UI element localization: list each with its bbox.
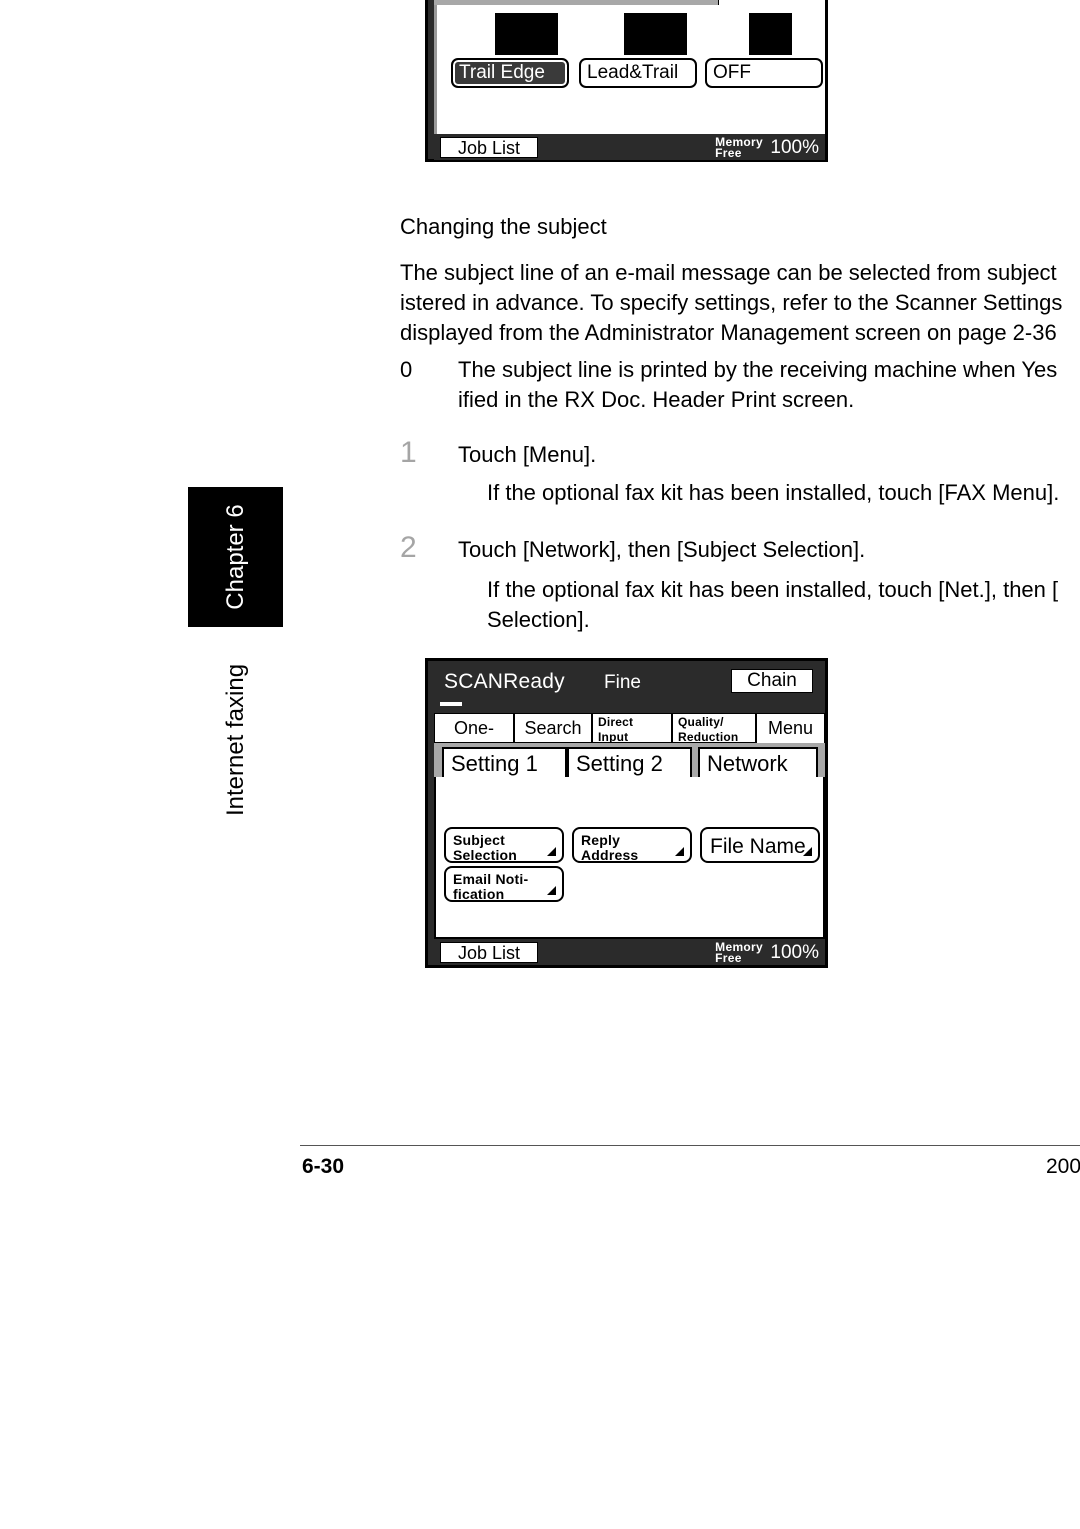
button-subject-selection[interactable]: Subject Selection — [444, 827, 564, 863]
lcd-top-content-panel: Trail Edge Lead&Trail OFF — [434, 5, 825, 134]
tab-setting-1[interactable]: Setting 1 — [442, 747, 567, 779]
lcd-screenshot-top: Trail Edge Lead&Trail OFF Job List Memor… — [425, 0, 828, 162]
note-marker: 0 — [400, 357, 413, 382]
note-line-1: The subject line is printed by the recei… — [458, 357, 1058, 382]
chapter-subject-label-container: Internet faxing — [188, 640, 283, 840]
memory-free-label-bottom: Memory Free — [715, 941, 763, 965]
tab-one-touch[interactable]: One-Touch — [434, 713, 514, 743]
button-email-notification-line2: fication — [453, 886, 505, 902]
chapter-subject-label: Internet faxing — [221, 663, 249, 817]
tab-network[interactable]: Network — [698, 747, 818, 779]
lcd-status-text: SCANReady — [444, 670, 565, 693]
job-list-button-bottom[interactable]: Job List — [440, 942, 538, 963]
submenu-corner-icon — [547, 886, 556, 895]
option-button-off[interactable]: OFF — [705, 58, 823, 88]
chain-button[interactable]: Chain — [731, 669, 813, 693]
tab-one-touch-label: One-Touch — [453, 718, 495, 738]
footer-divider — [300, 1145, 1080, 1146]
option-button-trail-edge[interactable]: Trail Edge — [451, 58, 569, 88]
tab-setting-2[interactable]: Setting 2 — [567, 747, 692, 779]
button-reply-address-line2: Address — [581, 847, 639, 863]
button-subject-selection-line1: Subject — [453, 832, 505, 848]
tab-direct-input-label-line1: Direct — [598, 715, 634, 729]
option-preview-swatch-2 — [624, 13, 687, 55]
footer-page-number: 6-30 — [302, 1155, 345, 1178]
tab-direct-input[interactable]: Direct Input — [592, 713, 672, 743]
step-2-subtext-line-1: If the optional fax kit has been install… — [487, 577, 1059, 602]
footer-year: 2003 — [1046, 1155, 1080, 1178]
mode-indicator-dash-icon — [440, 702, 462, 706]
option-button-off-label: OFF — [713, 62, 751, 83]
option-preview-swatch-1 — [495, 13, 558, 55]
step-1-number: 1 — [400, 436, 417, 469]
tab-menu[interactable]: Menu — [756, 713, 825, 745]
button-file-name[interactable]: File Name — [700, 827, 820, 863]
submenu-corner-icon — [803, 847, 812, 856]
tab-quality-reduction-label-line2: Reduction — [678, 730, 739, 743]
memory-label-line2: Free — [715, 146, 742, 160]
intro-paragraph-line-3: displayed from the Administrator Managem… — [400, 320, 1057, 345]
step-2-number: 2 — [400, 531, 417, 564]
intro-paragraph-line-1: The subject line of an e-mail message ca… — [400, 260, 1057, 285]
lcd-top-status-bar: Job List Memory Free 100% — [434, 134, 825, 160]
tab-quality-reduction[interactable]: Quality/ Reduction — [672, 713, 756, 743]
lcd-primary-tab-row: One-Touch Search Direct Input Quality/ R… — [434, 713, 825, 745]
button-reply-address-line1: Reply — [581, 832, 621, 848]
lcd-network-panel: Subject Selection Reply Address File Nam… — [434, 777, 825, 939]
button-file-name-label: File Name — [710, 835, 806, 858]
chapter-tab-label: Chapter 6 — [221, 504, 249, 610]
tab-menu-label: Menu — [767, 718, 814, 738]
button-reply-address[interactable]: Reply Address — [572, 827, 692, 863]
option-button-trail-edge-label: Trail Edge — [459, 62, 545, 83]
tab-quality-reduction-label-line1: Quality/ — [678, 715, 724, 729]
step-2-subtext-line-2: Selection]. — [487, 607, 590, 632]
button-email-notification[interactable]: Email Noti- fication — [444, 866, 564, 902]
lcd-quality-text: Fine — [604, 672, 641, 693]
note-line-2: ified in the RX Doc. Header Print screen… — [458, 387, 855, 412]
step-1-text: Touch [Menu]. — [458, 442, 597, 467]
memory-free-label-top: Memory Free — [715, 136, 763, 160]
section-heading: Changing the subject — [400, 214, 607, 239]
memory-label-line2: Free — [715, 951, 742, 965]
step-2-text: Touch [Network], then [Subject Selection… — [458, 537, 866, 562]
lcd-screenshot-bottom: SCANReady Fine Chain One-Touch Search Di… — [425, 658, 828, 968]
button-subject-selection-line2: Selection — [453, 847, 518, 863]
lcd-bottom-status-bar: Job List Memory Free 100% — [434, 939, 825, 965]
chapter-tab: Chapter 6 — [188, 487, 283, 627]
tab-setting-1-label: Setting 1 — [451, 751, 538, 776]
option-button-lead-and-trail[interactable]: Lead&Trail — [579, 58, 697, 88]
intro-paragraph-line-2: istered in advance. To specify settings,… — [400, 290, 1063, 315]
option-button-lead-and-trail-label: Lead&Trail — [587, 62, 679, 83]
tab-search[interactable]: Search — [514, 713, 592, 743]
submenu-corner-icon — [675, 847, 684, 856]
button-email-notification-line1: Email Noti- — [453, 871, 529, 887]
memory-free-value-bottom: 100% — [770, 942, 819, 963]
lcd-secondary-tab-row: Setting 1 Setting 2 Network — [434, 743, 825, 779]
tab-setting-2-label: Setting 2 — [576, 751, 663, 776]
step-1-subtext: If the optional fax kit has been install… — [487, 480, 1060, 505]
tab-direct-input-label-line2: Input — [598, 730, 629, 743]
job-list-button-top[interactable]: Job List — [440, 137, 538, 158]
tab-network-label: Network — [707, 751, 788, 776]
tab-search-label: Search — [524, 718, 582, 738]
option-preview-swatch-3 — [749, 13, 792, 55]
memory-free-value-top: 100% — [770, 137, 819, 158]
submenu-corner-icon — [547, 847, 556, 856]
